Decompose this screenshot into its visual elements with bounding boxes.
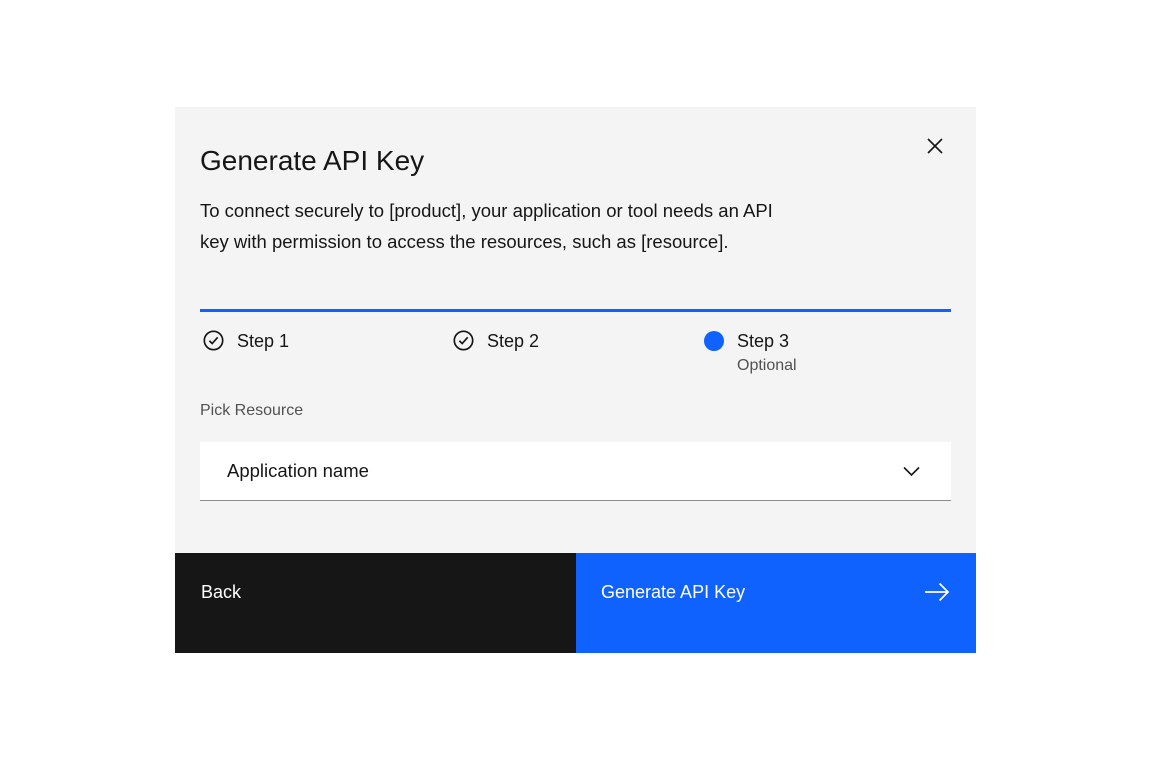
dropdown-label: Pick Resource [200,401,303,421]
step-optional-label: Optional [737,356,797,376]
chevron-down-icon [903,466,920,477]
progress-step-3[interactable]: Step 3 Optional [700,330,951,376]
current-step-icon [704,331,724,351]
close-button[interactable] [911,122,959,170]
modal-title: Generate API Key [200,143,424,179]
resource-dropdown[interactable]: Application name [200,442,951,501]
progress-steps: Step 1 Step 2 Step 3 Optional [200,330,951,376]
step-text-group: Step 3 Optional [737,330,797,376]
checkmark-outline-icon [203,330,224,351]
dropdown-selected-value: Application name [227,460,369,482]
progress-line [200,309,951,312]
modal-footer: Back Generate API Key [175,553,976,653]
modal-description: To connect securely to [product], your a… [200,195,940,257]
progress-step-1[interactable]: Step 1 [200,330,450,376]
step-label: Step 2 [487,330,539,352]
progress-step-2[interactable]: Step 2 [450,330,700,376]
step-label: Step 1 [237,330,289,352]
step-label: Step 3 [737,331,789,351]
generate-api-key-button[interactable]: Generate API Key [576,553,976,653]
back-button[interactable]: Back [175,553,576,653]
generate-api-key-button-label: Generate API Key [601,581,745,603]
arrow-right-icon [924,582,950,602]
checkmark-outline-icon [453,330,474,351]
close-icon [926,137,944,155]
generate-api-key-modal: Generate API Key To connect securely to … [175,107,976,653]
progress-indicator: Step 1 Step 2 Step 3 Optional [200,309,951,376]
back-button-label: Back [201,581,241,603]
